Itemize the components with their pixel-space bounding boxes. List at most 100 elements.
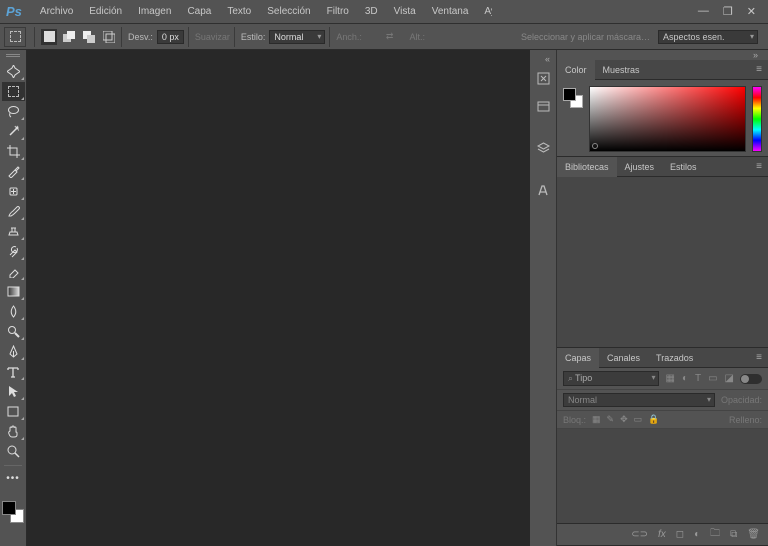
- blend-mode-select[interactable]: Normal: [563, 393, 715, 407]
- menu-ayuda[interactable]: Ayuda: [476, 6, 492, 17]
- minimize-icon[interactable]: —: [698, 5, 709, 18]
- feather-input[interactable]: 0 px: [157, 30, 184, 44]
- selection-new-icon[interactable]: [41, 29, 57, 45]
- filter-shape-icon[interactable]: ▭: [708, 373, 717, 384]
- properties-panel-icon[interactable]: [532, 95, 554, 117]
- path-selection-tool-icon[interactable]: [2, 382, 25, 401]
- crop-tool-icon[interactable]: [2, 142, 25, 161]
- clone-stamp-tool-icon[interactable]: [2, 222, 25, 241]
- hue-slider[interactable]: [752, 86, 762, 152]
- fill-label: Relleno:: [729, 415, 762, 425]
- mini-foreground-swatch[interactable]: [563, 88, 576, 101]
- lock-all-icon[interactable]: 🔒: [648, 414, 659, 425]
- type-tool-icon[interactable]: [2, 362, 25, 381]
- new-group-icon[interactable]: 🗀: [710, 526, 720, 543]
- window-controls: — ❐ ✕: [698, 5, 762, 18]
- menu-capa[interactable]: Capa: [179, 6, 219, 17]
- menu-edicion[interactable]: Edición: [81, 6, 130, 17]
- filter-adjust-icon[interactable]: ◐: [682, 373, 688, 384]
- eyedropper-tool-icon[interactable]: [2, 162, 25, 181]
- zoom-tool-icon[interactable]: [2, 442, 25, 461]
- magic-wand-tool-icon[interactable]: [2, 122, 25, 141]
- maximize-icon[interactable]: ❐: [723, 5, 733, 18]
- hand-tool-icon[interactable]: [2, 422, 25, 441]
- style-select[interactable]: Normal: [269, 30, 325, 44]
- edit-toolbar-icon[interactable]: •••: [2, 469, 25, 488]
- swap-wh-icon: ⇄: [386, 31, 394, 42]
- lock-brush-icon[interactable]: ✎: [607, 414, 615, 425]
- color-picker-area[interactable]: [589, 86, 746, 152]
- layer-fx-icon[interactable]: fx: [658, 529, 666, 540]
- refine-mask-button[interactable]: Seleccionar y aplicar máscara…: [515, 32, 656, 42]
- foreground-swatch[interactable]: [2, 501, 16, 515]
- brush-tool-icon[interactable]: [2, 202, 25, 221]
- menu-imagen[interactable]: Imagen: [130, 6, 179, 17]
- panels-area: » Color Muestras ≡ Bibliotecas Ajustes: [557, 50, 768, 546]
- panels-collapse-icon[interactable]: »: [749, 50, 762, 60]
- marquee-tool-icon[interactable]: [2, 82, 25, 101]
- color-mini-swatches[interactable]: [563, 88, 583, 108]
- character-panel-icon[interactable]: [532, 179, 554, 201]
- workspace-select[interactable]: Aspectos esen.: [658, 30, 758, 44]
- rectangle-tool-icon[interactable]: [2, 402, 25, 421]
- strip-collapse-icon[interactable]: «: [541, 54, 554, 64]
- tab-estilos[interactable]: Estilos: [662, 157, 705, 177]
- tab-capas[interactable]: Capas: [557, 348, 599, 368]
- menu-texto[interactable]: Texto: [219, 6, 259, 17]
- selection-subtract-icon[interactable]: [81, 29, 97, 45]
- gradient-tool-icon[interactable]: [2, 282, 25, 301]
- pen-tool-icon[interactable]: [2, 342, 25, 361]
- tab-ajustes[interactable]: Ajustes: [617, 157, 663, 177]
- layers-footer: ⊂⊃ fx ◻ ◐ 🗀 ⧉ 🗑: [557, 523, 768, 545]
- menu-vista[interactable]: Vista: [386, 6, 424, 17]
- history-panel-icon[interactable]: [532, 67, 554, 89]
- blur-tool-icon[interactable]: [2, 302, 25, 321]
- filter-toggle[interactable]: [740, 374, 762, 384]
- filter-pixel-icon[interactable]: ▦: [665, 373, 674, 384]
- libraries-panel-menu-icon[interactable]: ≡: [750, 161, 768, 172]
- delete-layer-icon[interactable]: 🗑: [747, 529, 760, 540]
- app-logo: Ps: [6, 4, 22, 19]
- menu-ventana[interactable]: Ventana: [424, 6, 477, 17]
- link-layers-icon[interactable]: ⊂⊃: [631, 529, 648, 540]
- tab-canales[interactable]: Canales: [599, 348, 648, 368]
- lock-label: Bloq.:: [563, 415, 586, 425]
- menu-archivo[interactable]: Archivo: [32, 6, 81, 17]
- tab-muestras[interactable]: Muestras: [595, 60, 648, 80]
- lock-pixels-icon[interactable]: ▦: [592, 414, 601, 425]
- lock-artboard-icon[interactable]: ▭: [634, 414, 643, 425]
- color-panel-menu-icon[interactable]: ≡: [750, 64, 768, 75]
- options-bar: Desv.: 0 px Suavizar Estilo: Normal Anch…: [0, 24, 768, 50]
- selection-intersect-icon[interactable]: [101, 29, 117, 45]
- layers-panel-menu-icon[interactable]: ≡: [750, 352, 768, 363]
- selection-add-icon[interactable]: [61, 29, 77, 45]
- filter-smart-icon[interactable]: ◪: [725, 373, 734, 384]
- dodge-tool-icon[interactable]: [2, 322, 25, 341]
- move-tool-icon[interactable]: [2, 62, 25, 81]
- eraser-tool-icon[interactable]: [2, 262, 25, 281]
- tab-bibliotecas[interactable]: Bibliotecas: [557, 157, 617, 177]
- menu-filtro[interactable]: Filtro: [319, 6, 357, 17]
- history-brush-tool-icon[interactable]: [2, 242, 25, 261]
- canvas-area[interactable]: [27, 50, 530, 546]
- menu-seleccion[interactable]: Selección: [259, 6, 318, 17]
- lasso-tool-icon[interactable]: [2, 102, 25, 121]
- adjustment-layer-icon[interactable]: ◐: [694, 529, 700, 540]
- filter-type-icon[interactable]: T: [695, 373, 701, 384]
- tab-trazados[interactable]: Trazados: [648, 348, 701, 368]
- layer-list[interactable]: [557, 429, 768, 523]
- close-icon[interactable]: ✕: [747, 5, 756, 18]
- lock-position-icon[interactable]: ✥: [620, 414, 628, 425]
- active-tool-icon[interactable]: [4, 27, 26, 47]
- layer-mask-icon[interactable]: ◻: [676, 529, 684, 540]
- healing-brush-tool-icon[interactable]: [2, 182, 25, 201]
- color-swatches[interactable]: [2, 501, 24, 523]
- toolbox: •••: [0, 50, 27, 546]
- menu-3d[interactable]: 3D: [357, 6, 386, 17]
- color-panel: Color Muestras ≡: [557, 60, 768, 157]
- new-layer-icon[interactable]: ⧉: [730, 529, 737, 540]
- layers-panel-icon[interactable]: [532, 137, 554, 159]
- layer-filter-select[interactable]: Tipo: [563, 371, 659, 386]
- toolbox-grip[interactable]: [3, 54, 23, 60]
- tab-color[interactable]: Color: [557, 60, 595, 80]
